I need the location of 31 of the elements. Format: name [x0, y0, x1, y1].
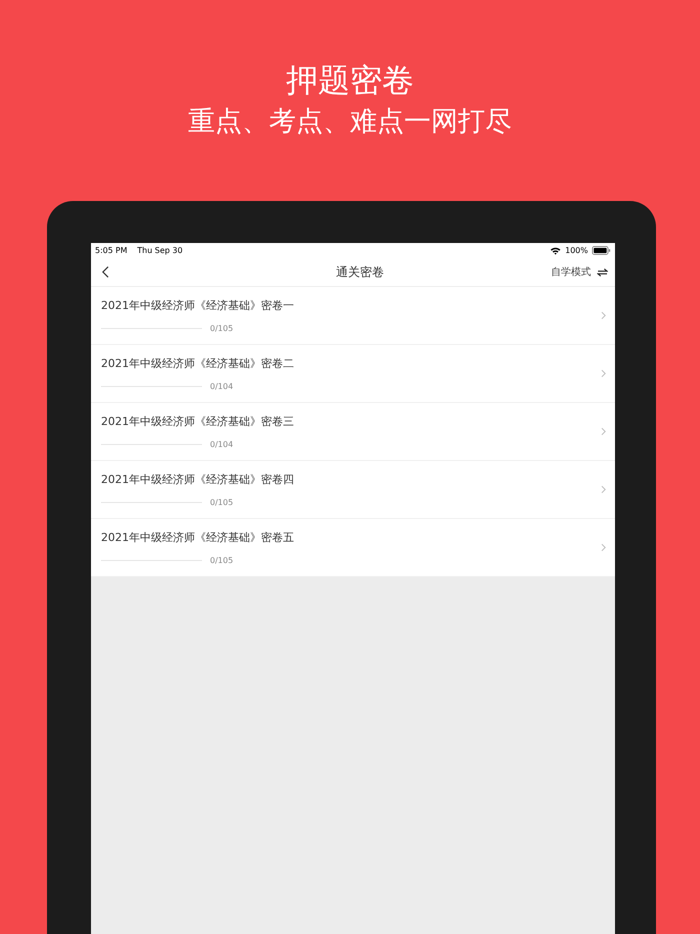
paper-title: 2021年中级经济师《经济基础》密卷一 — [101, 298, 295, 312]
page-title: 通关密卷 — [335, 264, 385, 280]
wifi-icon — [550, 246, 562, 254]
back-icon[interactable] — [102, 266, 109, 278]
paper-item[interactable]: 2021年中级经济师《经济基础》密卷三 0/104 — [91, 403, 615, 461]
question-count: 0/105 — [210, 498, 234, 506]
question-count: 0/104 — [210, 440, 234, 448]
paper-item[interactable]: 2021年中级经济师《经济基础》密卷一 0/105 — [91, 287, 615, 345]
question-count: 0/105 — [210, 556, 234, 564]
headline: 押题密卷 — [286, 60, 414, 100]
status-time: 5:05 PM — [95, 246, 128, 255]
battery-percent: 100% — [565, 246, 588, 255]
paper-item[interactable]: 2021年中级经济师《经济基础》密卷五 0/105 — [91, 519, 615, 577]
battery-icon — [592, 246, 611, 255]
paper-title: 2021年中级经济师《经济基础》密卷二 — [101, 356, 295, 370]
paper-title: 2021年中级经济师《经济基础》密卷三 — [101, 414, 295, 428]
chevron-icon — [601, 311, 606, 320]
paper-title: 2021年中级经济师《经济基础》密卷四 — [101, 472, 295, 486]
mode-toggle[interactable]: 自学模式 — [551, 265, 591, 279]
chevron-icon — [601, 543, 606, 552]
question-count: 0/105 — [210, 324, 234, 332]
subheadline: 重点、考点、难点一网打尽 — [188, 105, 512, 139]
chevron-icon — [601, 485, 606, 494]
question-count: 0/104 — [210, 382, 234, 390]
chevron-icon — [601, 369, 606, 378]
chevron-icon — [601, 427, 606, 436]
status-date: Thu Sep 30 — [137, 246, 183, 255]
paper-title: 2021年中级经济师《经济基础》密卷五 — [101, 530, 295, 544]
swap-icon[interactable] — [597, 268, 608, 276]
paper-item[interactable]: 2021年中级经济师《经济基础》密卷四 0/105 — [91, 461, 615, 519]
paper-item[interactable]: 2021年中级经济师《经济基础》密卷二 0/104 — [91, 345, 615, 403]
